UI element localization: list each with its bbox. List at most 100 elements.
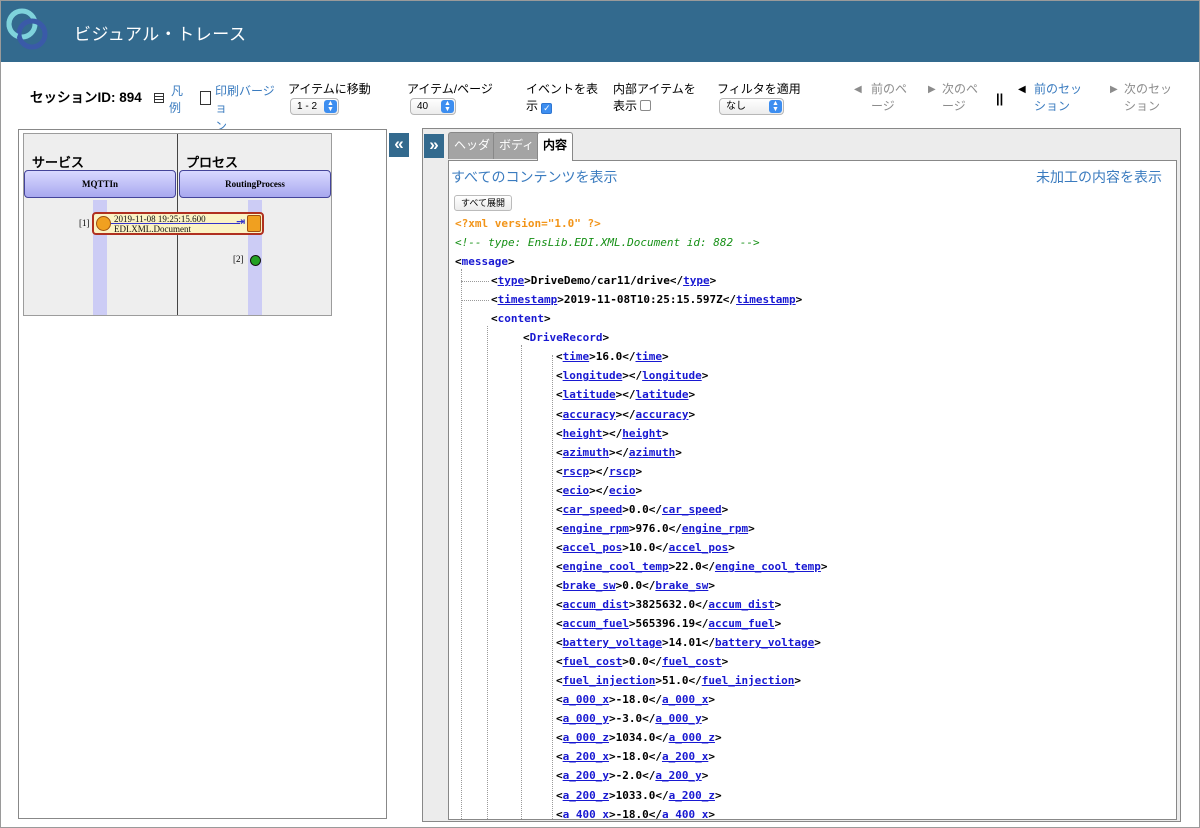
internal-items-checkbox[interactable]: [640, 100, 652, 111]
items-per-page-select[interactable]: 40 ▲ ▼: [410, 98, 456, 115]
xml-tag-name[interactable]: a_200_z: [563, 789, 609, 802]
xml-tag-name[interactable]: battery_voltage: [563, 636, 662, 649]
xml-tag-name[interactable]: a_200_y: [563, 769, 609, 782]
show-raw-contents-link[interactable]: 未加工の内容を表示: [1036, 167, 1162, 187]
xml-tag-name[interactable]: latitude: [563, 388, 616, 401]
triangle-right-icon: ▶: [928, 84, 936, 95]
xml-tag-name[interactable]: DriveRecord: [530, 331, 603, 344]
xml-tag-name[interactable]: a_200_y: [655, 769, 701, 782]
message-type: EDI.XML.Document: [114, 224, 191, 234]
xml-tag-name[interactable]: longitude: [563, 369, 623, 382]
xml-tag-name[interactable]: accum_dist: [708, 598, 774, 611]
xml-tag-name[interactable]: time: [563, 350, 590, 363]
xml-tag-name[interactable]: azimuth: [629, 446, 675, 459]
xml-tag-name[interactable]: a_000_x: [662, 693, 708, 706]
xml-tag-name[interactable]: accum_fuel: [563, 617, 629, 630]
xml-field: <azimuth></azimuth>: [556, 445, 682, 459]
xml-element: <content>: [491, 312, 551, 326]
filter-select[interactable]: なし ▲ ▼: [719, 98, 784, 115]
xml-tag-name[interactable]: type: [498, 274, 525, 287]
xml-tag-name[interactable]: a_200_x: [563, 750, 609, 763]
next-session-label-1[interactable]: 次のセッ: [1124, 80, 1172, 98]
xml-tag-name[interactable]: accel_pos: [563, 541, 623, 554]
xml-tag-name[interactable]: ecio: [563, 484, 590, 497]
xml-tag-name[interactable]: accum_dist: [563, 598, 629, 611]
items-per-page-value: 40: [417, 101, 429, 112]
xml-tag-name[interactable]: longitude: [642, 369, 702, 382]
prev-session-label-2[interactable]: ション: [1034, 97, 1070, 115]
xml-tag-name[interactable]: latitude: [635, 388, 688, 401]
next-page-label-2[interactable]: ージ: [942, 97, 966, 115]
xml-field: <fuel_injection>51.0</fuel_injection>: [556, 674, 802, 688]
collapse-left-button[interactable]: «: [389, 133, 409, 157]
xml-tag-name[interactable]: accel_pos: [669, 541, 729, 554]
xml-tag-name[interactable]: azimuth: [563, 446, 609, 459]
xml-tag-name[interactable]: type: [683, 274, 710, 287]
xml-tag-name[interactable]: a_000_x: [563, 693, 609, 706]
event-number: [2]: [233, 254, 244, 264]
xml-tag-name[interactable]: a_000_y: [563, 712, 609, 725]
component-mqttin[interactable]: MQTTIn: [24, 170, 176, 198]
tab-contents[interactable]: 内容: [537, 132, 574, 161]
message-arrow-1[interactable]: ⇥ 2019-11-08 19:25:15.600 EDI.XML.Docume…: [92, 212, 264, 235]
xml-tag-name[interactable]: height: [622, 427, 662, 440]
xml-tag-name[interactable]: a_000_y: [655, 712, 701, 725]
xml-tag-name[interactable]: accuracy: [563, 408, 616, 421]
tab-body[interactable]: ボディ: [493, 132, 541, 159]
event-dot-icon[interactable]: [250, 255, 261, 266]
xml-tag-name[interactable]: a_400_x: [563, 808, 609, 819]
xml-tag-name[interactable]: engine_rpm: [563, 522, 629, 535]
legend-label-1[interactable]: 凡: [171, 82, 183, 100]
component-routingprocess[interactable]: RoutingProcess: [179, 170, 331, 198]
xml-processing-instruction: <?xml version="1.0" ?>: [455, 217, 601, 230]
xml-tag-name[interactable]: message: [462, 255, 508, 268]
xml-field: <latitude></latitude>: [556, 388, 696, 402]
next-page-label-1[interactable]: 次のペ: [942, 80, 978, 98]
xml-tag-name[interactable]: fuel_injection: [702, 674, 795, 687]
xml-tag-name[interactable]: a_200_x: [662, 750, 708, 763]
xml-tag-name[interactable]: brake_sw: [563, 579, 616, 592]
xml-tag-name[interactable]: rscp: [609, 465, 636, 478]
xml-tag-name[interactable]: fuel_injection: [563, 674, 656, 687]
prev-page-label-2[interactable]: ージ: [871, 97, 895, 115]
xml-tag-name[interactable]: content: [498, 312, 544, 325]
legend-label-2[interactable]: 例: [169, 99, 181, 117]
expand-all-button[interactable]: すべて展開: [454, 195, 513, 211]
prev-page-label-1[interactable]: 前のペ: [871, 80, 907, 98]
expand-right-button[interactable]: »: [424, 134, 444, 158]
filter-value: なし: [726, 101, 746, 112]
xml-tag-name[interactable]: time: [635, 350, 662, 363]
goto-item-select[interactable]: 1 - 2 ▲ ▼: [290, 98, 339, 115]
prev-session-label-1[interactable]: 前のセッ: [1034, 80, 1082, 98]
xml-tag-name[interactable]: engine_cool_temp: [715, 560, 821, 573]
xml-tag-name[interactable]: a_200_z: [669, 789, 715, 802]
xml-tag-name[interactable]: brake_sw: [655, 579, 708, 592]
xml-tag-name[interactable]: car_speed: [662, 503, 722, 516]
internal-items-label-2: 表示: [613, 99, 638, 113]
xml-tag-name[interactable]: engine_cool_temp: [563, 560, 669, 573]
show-all-contents-link[interactable]: すべてのコンテンツを表示: [451, 167, 617, 187]
xml-tag-name[interactable]: fuel_cost: [662, 655, 722, 668]
xml-tag-name[interactable]: engine_rpm: [682, 522, 748, 535]
xml-field: <a_000_x>-18.0</a_000_x>: [556, 693, 715, 707]
message-target-icon: [247, 215, 261, 232]
xml-tag-name[interactable]: timestamp: [498, 293, 558, 306]
xml-tag-name[interactable]: fuel_cost: [563, 655, 623, 668]
xml-tag-name[interactable]: car_speed: [563, 503, 623, 516]
xml-tag-name[interactable]: ecio: [609, 484, 636, 497]
xml-tag-name[interactable]: height: [563, 427, 603, 440]
xml-tag-name[interactable]: accuracy: [635, 408, 688, 421]
xml-tag-name[interactable]: a_400_x: [662, 808, 708, 819]
xml-tag-name[interactable]: timestamp: [736, 293, 796, 306]
print-label-1[interactable]: 印刷バージ: [215, 82, 275, 100]
xml-tag-name[interactable]: a_000_z: [669, 731, 715, 744]
next-session-label-2[interactable]: ション: [1124, 97, 1160, 115]
tree-guide-line: [461, 269, 462, 819]
column-label-services: サービス: [32, 155, 85, 170]
show-events-checkbox[interactable]: ✓: [541, 103, 553, 114]
xml-tag-name[interactable]: battery_voltage: [715, 636, 814, 649]
xml-tag-name[interactable]: accum_fuel: [708, 617, 774, 630]
tab-header[interactable]: ヘッダ: [448, 132, 497, 159]
xml-tag-name[interactable]: rscp: [563, 465, 590, 478]
xml-tag-name[interactable]: a_000_z: [563, 731, 609, 744]
